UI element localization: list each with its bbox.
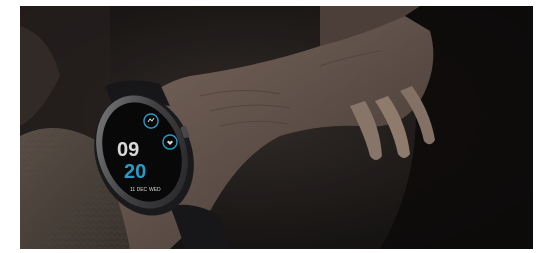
smartwatch-photo: 09 20 11 DEC WED [20,6,533,249]
photo-frame: 09 20 11 DEC WED [20,6,533,249]
